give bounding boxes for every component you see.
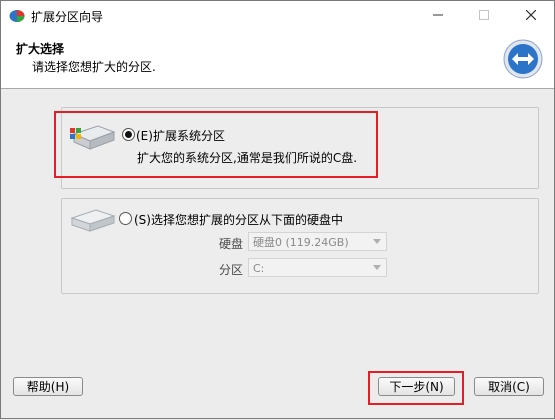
cancel-button[interactable]: 取消(C) [474,377,544,396]
help-button[interactable]: 帮助(H) [13,377,83,396]
close-icon [525,9,537,21]
maximize-icon [479,10,489,20]
page-title: 扩大选择 [16,42,65,56]
title-bar: 扩展分区向导 [1,1,554,31]
partition-label: 分区 [219,263,244,277]
minimize-icon [433,14,443,16]
chevron-down-icon [373,265,381,270]
custom-partition-label[interactable]: (S)选择您想扩展的分区从下面的硬盘中 [134,211,343,228]
partition-select-value: C: [253,262,265,275]
partition-app-icon [9,10,25,22]
arrows-logo-icon [503,39,543,79]
close-button[interactable] [508,1,554,31]
wizard-header: 扩大选择 请选择您想扩大的分区. [1,31,554,89]
minimize-button[interactable] [415,1,461,31]
page-subtitle: 请选择您想扩大的分区. [32,60,156,74]
window-title: 扩展分区向导 [31,10,104,24]
hard-drive-icon [70,209,116,232]
custom-partition-radio[interactable] [119,212,132,225]
maximize-button[interactable] [461,1,507,31]
chevron-down-icon [373,239,381,244]
annotation-highlight-option [54,111,378,178]
wizard-window: 扩展分区向导 扩大选择 请选择您想扩大的分区. (E)扩展系统分区 扩大您的系统… [0,0,555,419]
annotation-highlight-next [368,371,464,405]
disk-select[interactable]: 硬盘0 (119.24GB) [248,232,387,251]
partition-select[interactable]: C: [248,258,387,277]
disk-select-value: 硬盘0 (119.24GB) [253,236,349,249]
disk-label: 硬盘 [219,237,244,251]
